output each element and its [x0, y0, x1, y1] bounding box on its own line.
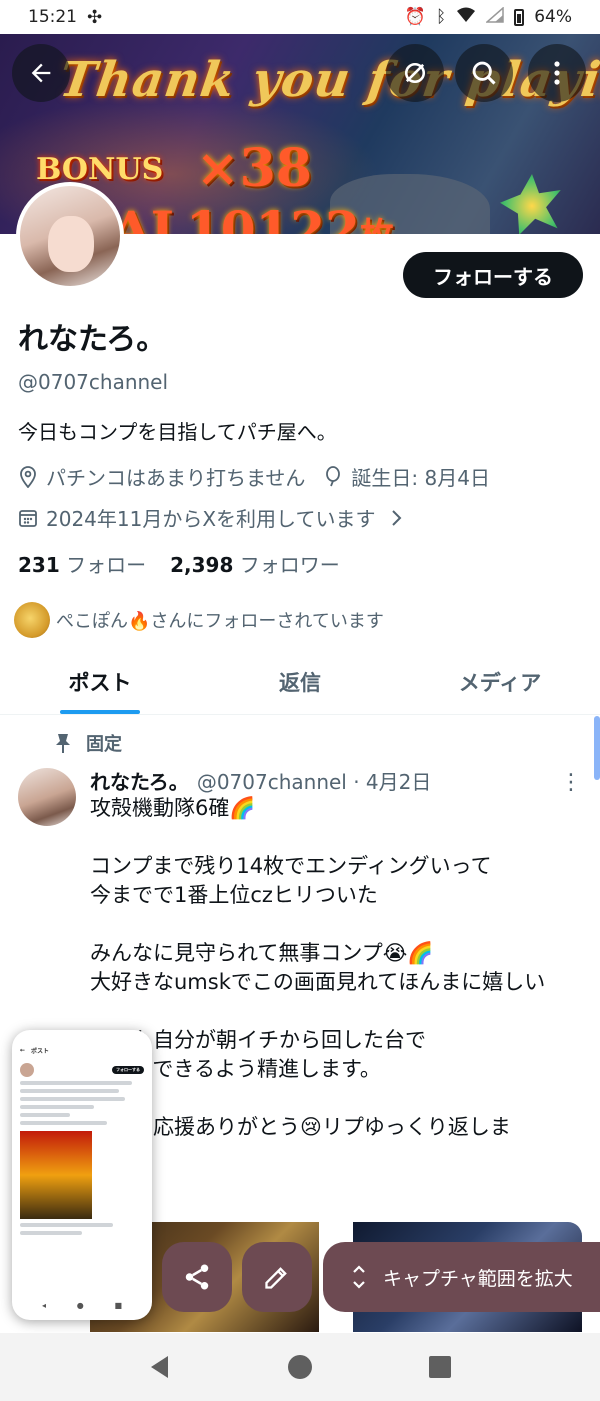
nav-recents-icon[interactable]: [428, 1355, 452, 1379]
thumb-back-icon: ←: [20, 1047, 26, 1054]
followers-count: 2,398: [170, 553, 234, 577]
scroll-indicator: [594, 716, 600, 780]
thumb-header: ← ポスト: [20, 1046, 144, 1055]
battery-icon: [514, 8, 525, 26]
share-icon: [185, 1264, 209, 1290]
thumb-avatar: [20, 1063, 34, 1077]
banner-total-text: AL10122枚: [112, 200, 394, 234]
profile-name: れなたろ。: [18, 322, 167, 357]
profile-handle: @0707channel: [18, 370, 169, 394]
thumb-nav: ◂ ● ■: [42, 1301, 122, 1310]
banner-total-unit: 枚: [360, 216, 394, 234]
post-text: 攻殻機動隊6確🌈 コンプまで残り14枚でエンディングいって 今までで1番上位cz…: [90, 796, 546, 1139]
nav-back-icon[interactable]: [148, 1354, 172, 1380]
grok-icon: [404, 62, 426, 84]
profile-meta-row-1: パチンコはあまり打ちません 誕生日: 8月4日: [18, 462, 490, 491]
system-nav-bar: [0, 1333, 600, 1401]
followers-link[interactable]: 2,398 フォロワー: [170, 549, 340, 578]
following-label: フォロー: [66, 553, 147, 577]
thumb-text-line: [20, 1089, 120, 1093]
signal-icon: [485, 5, 504, 28]
followers-label: フォロワー: [239, 553, 340, 577]
following-link[interactable]: 231 フォロー: [18, 549, 146, 578]
profile-bio: 今日もコンプを目指してパチ屋へ。: [18, 420, 337, 444]
thumb-image: [20, 1131, 92, 1219]
thumb-author-row: フォローする: [20, 1063, 144, 1077]
chevron-right-icon: [392, 509, 402, 526]
edit-button[interactable]: [242, 1242, 312, 1312]
back-button[interactable]: [12, 44, 70, 102]
pencil-icon: [265, 1267, 287, 1289]
status-bar: 15:21 ✣ ⏰ ᛒ 64%: [0, 0, 600, 34]
banner-bonus-text: BONUS: [36, 152, 164, 187]
search-icon: [472, 61, 496, 85]
more-vertical-icon: [554, 61, 560, 85]
fan-icon: ✣: [87, 6, 103, 28]
post-more-button[interactable]: ⋮: [560, 770, 582, 795]
post-header: れなたろ。 @0707channel · 4月2日: [90, 766, 431, 795]
pinned-label-row: 固定: [54, 730, 122, 756]
post-author-name[interactable]: れなたろ。: [90, 770, 189, 794]
back-arrow-icon: [31, 63, 51, 83]
expand-capture-label: キャプチャ範囲を拡大: [383, 1267, 573, 1290]
wifi-icon: [456, 7, 476, 28]
profile-location: パチンコはあまり打ちません: [46, 466, 306, 490]
profile-meta-row-2[interactable]: 2024年11月からXを利用しています: [18, 503, 405, 532]
profile-tabs: ポスト 返信 メディア: [0, 650, 600, 715]
thumb-title: ポスト: [31, 1048, 50, 1055]
thumb-text-line: [20, 1121, 107, 1125]
status-time: 15:21: [28, 7, 77, 27]
followed-by-text: ぺこぽん🔥さんにフォローされています: [56, 611, 384, 632]
follow-counts: 231 フォロー 2,398 フォロワー: [18, 549, 340, 578]
balloon-icon: [326, 465, 341, 486]
banner-character: [500, 174, 561, 234]
battery-percent: 64%: [534, 7, 572, 27]
expand-icon: [353, 1265, 365, 1289]
thumb-text-line: [20, 1081, 132, 1085]
thumb-follow-button: フォローする: [112, 1066, 144, 1074]
grok-button[interactable]: [386, 44, 444, 102]
thumb-text-line: [20, 1223, 113, 1227]
thumb-text-line: [20, 1105, 95, 1109]
location-icon: [20, 465, 36, 488]
expand-capture-button[interactable]: キャプチャ範囲を拡大: [323, 1242, 600, 1312]
banner-thank-you-text: Thank you for playing: [56, 52, 600, 108]
bluetooth-icon: ᛒ: [436, 7, 447, 27]
profile-joined: 2024年11月からXを利用しています: [46, 507, 376, 531]
status-right: ⏰ ᛒ 64%: [404, 5, 572, 28]
following-count: 231: [18, 553, 60, 577]
share-button[interactable]: [162, 1242, 232, 1312]
more-options-button[interactable]: [528, 44, 586, 102]
pinned-label: 固定: [86, 734, 122, 755]
tab-replies[interactable]: 返信: [200, 650, 400, 714]
thumb-text-line: [20, 1113, 70, 1117]
tab-posts[interactable]: ポスト: [0, 650, 200, 714]
screenshot-thumbnail[interactable]: ← ポスト フォローする ◂ ● ■: [12, 1030, 152, 1320]
banner-multiplier-text: ×38: [196, 138, 312, 199]
followed-by-row[interactable]: ぺこぽん🔥さんにフォローされています: [14, 602, 384, 638]
thumb-text-line: [20, 1231, 82, 1235]
nav-home-icon[interactable]: [287, 1354, 313, 1380]
post-author-avatar[interactable]: [18, 768, 76, 826]
thumb-text-line: [20, 1097, 126, 1101]
alarm-icon: ⏰: [404, 7, 426, 27]
follow-button[interactable]: フォローする: [403, 252, 583, 298]
calendar-icon: [19, 509, 37, 527]
tab-media[interactable]: メディア: [400, 650, 600, 714]
follower-avatar: [14, 602, 50, 638]
post-meta: @0707channel · 4月2日: [196, 770, 432, 794]
profile-birthday: 誕生日: 8月4日: [351, 466, 490, 490]
pin-icon: [56, 734, 70, 753]
profile-avatar[interactable]: [16, 182, 124, 290]
banner-total-value: AL10122: [112, 200, 360, 234]
search-button[interactable]: [455, 44, 513, 102]
